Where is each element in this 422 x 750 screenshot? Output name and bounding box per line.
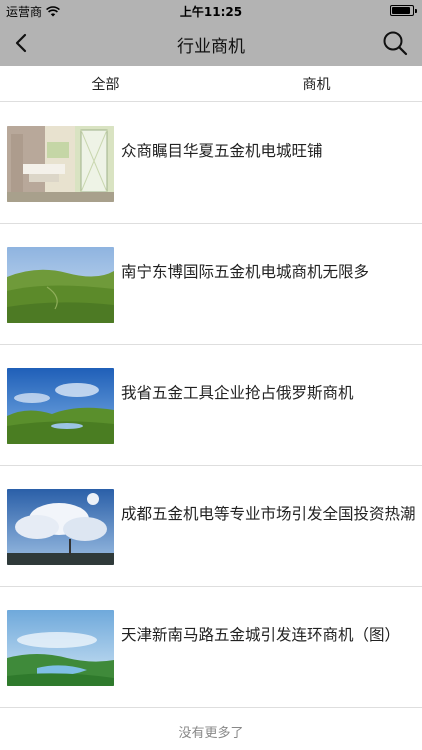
status-bar: 运营商 上午11:25 — [0, 0, 422, 20]
page-title: 行业商机 — [177, 37, 245, 57]
load-more-footer: 没有更多了 — [178, 726, 244, 741]
item-thumbnail — [7, 126, 114, 202]
search-icon[interactable] — [382, 30, 408, 56]
battery-icon — [390, 5, 417, 16]
list-item[interactable]: 众商瞩目华夏五金机电城旺铺 — [0, 103, 422, 224]
status-time: 上午11:25 — [179, 5, 243, 19]
item-thumbnail — [7, 489, 114, 565]
item-thumbnail — [7, 368, 114, 444]
item-title: 天津新南马路五金城引发连环商机（图） — [121, 626, 401, 644]
list-item[interactable]: 成都五金机电等专业市场引发全国投资热潮 — [0, 466, 422, 587]
tab-all[interactable]: 全部 — [0, 66, 211, 101]
navigation-bar: 行业商机 — [0, 20, 422, 66]
tab-bar: 全部 商机 — [0, 66, 422, 102]
item-thumbnail — [7, 610, 114, 686]
tab-business[interactable]: 商机 — [211, 66, 422, 101]
item-title: 成都五金机电等专业市场引发全国投资热潮 — [121, 505, 416, 523]
item-thumbnail — [7, 247, 114, 323]
list-item[interactable]: 我省五金工具企业抢占俄罗斯商机 — [0, 345, 422, 466]
item-title: 众商瞩目华夏五金机电城旺铺 — [121, 142, 323, 160]
news-list: 众商瞩目华夏五金机电城旺铺 南宁东博国际五金机电城商机无限多 我省五金工具企业抢… — [0, 103, 422, 708]
item-title: 南宁东博国际五金机电城商机无限多 — [121, 263, 370, 281]
list-item[interactable]: 天津新南马路五金城引发连环商机（图） — [0, 587, 422, 708]
item-title: 我省五金工具企业抢占俄罗斯商机 — [121, 384, 354, 402]
list-item[interactable]: 南宁东博国际五金机电城商机无限多 — [0, 224, 422, 345]
